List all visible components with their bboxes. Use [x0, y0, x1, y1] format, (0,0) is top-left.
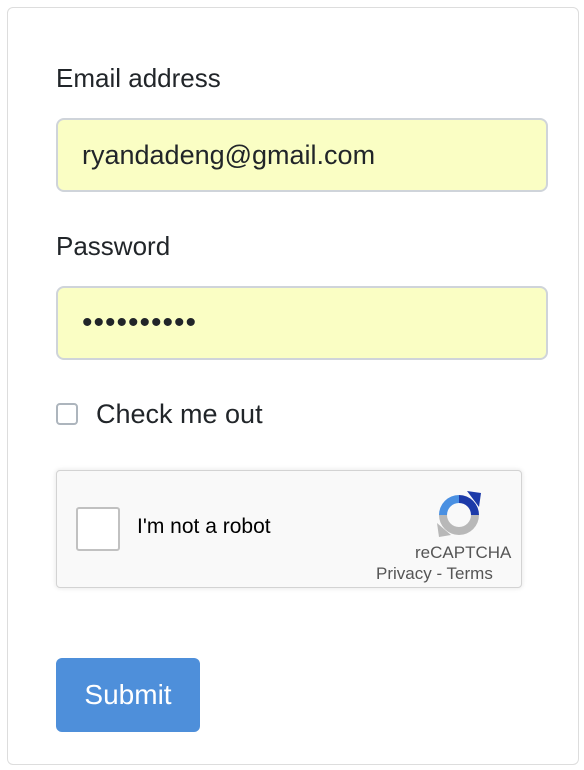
recaptcha-checkbox[interactable] — [76, 507, 120, 551]
password-field[interactable] — [56, 286, 548, 360]
check-me-out-checkbox[interactable] — [56, 403, 78, 425]
recaptcha-label: I'm not a robot — [137, 515, 271, 538]
email-label: Email address — [56, 63, 221, 93]
submit-button[interactable]: Submit — [56, 658, 200, 732]
link-separator: - — [431, 564, 447, 583]
check-me-out-label[interactable]: Check me out — [96, 399, 263, 429]
check-me-out-row[interactable]: Check me out — [56, 399, 263, 429]
recaptcha-brand: reCAPTCHA — [415, 543, 512, 562]
recaptcha-links: Privacy - Terms — [376, 564, 493, 584]
email-field[interactable] — [56, 118, 548, 192]
login-form-card: Email address Password Check me out I'm … — [7, 7, 579, 765]
recaptcha-logo-icon — [437, 491, 481, 537]
password-label: Password — [56, 231, 171, 261]
privacy-link[interactable]: Privacy — [376, 564, 432, 583]
terms-link[interactable]: Terms — [447, 564, 493, 583]
recaptcha-widget: I'm not a robot reCAPTCHA Privacy - Term… — [56, 470, 522, 588]
